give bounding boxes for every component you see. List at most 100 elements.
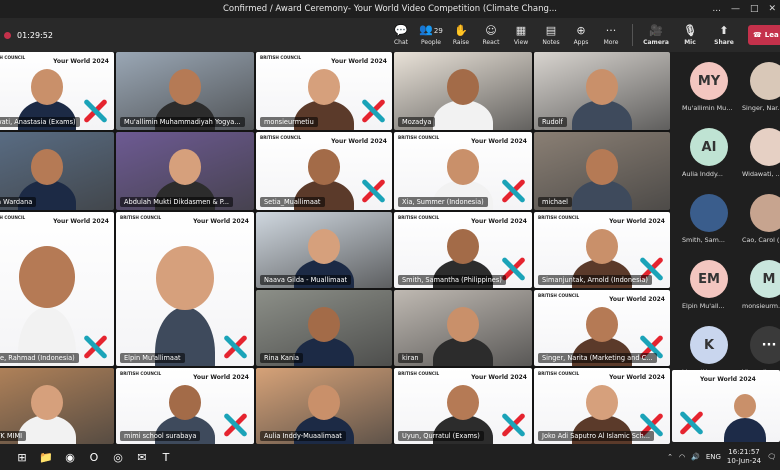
- toolbar-mic-button[interactable]: 🎙 Mic: [673, 18, 707, 52]
- chevron-up-icon[interactable]: ⌃: [667, 453, 673, 461]
- participant-face: [30, 149, 64, 186]
- your-world-logo-icon: [500, 178, 526, 204]
- video-tile[interactable]: BRITISH COUNCIL Your World 2024 Uyun, Qurr…: [394, 368, 532, 444]
- slide-title: Your World 2024: [53, 218, 109, 225]
- avatar-name-label: monsieurm...: [742, 302, 780, 310]
- notes-icon: ▤: [545, 23, 557, 37]
- video-tile[interactable]: BRITISH COUNCIL Your World 2024 monsieurme…: [256, 52, 392, 130]
- video-tile[interactable]: BRITISH COUNCIL Your World 2024 Singer, Na…: [534, 290, 670, 366]
- video-tile[interactable]: BRITISH COUNCIL Your World 2024 Xia, Summe…: [394, 132, 532, 210]
- video-tile[interactable]: Mozadya: [394, 52, 532, 130]
- video-tile[interactable]: BRITISH COUNCIL Your World 2024 mimi schoo…: [116, 368, 254, 444]
- people-icon: 👥29: [419, 23, 443, 36]
- participant-avatar[interactable]: MY: [690, 62, 728, 100]
- volume-icon[interactable]: 🔊: [691, 453, 700, 461]
- outlook-icon[interactable]: ✉: [130, 444, 154, 470]
- toolbar-button-label: Chat: [393, 38, 409, 46]
- video-tile[interactable]: Rudolf: [534, 52, 670, 130]
- video-tile[interactable]: kiran: [394, 290, 532, 366]
- windows-start-icon[interactable]: ⊞: [10, 444, 34, 470]
- participant-avatar[interactable]: [750, 194, 780, 232]
- clock-date: 10-Jun-24: [726, 457, 762, 465]
- video-tile[interactable]: Abdulah Mukti Dikdasmen & P...: [116, 132, 254, 210]
- view-all-button[interactable]: ···: [750, 326, 780, 364]
- close-button[interactable]: ✕: [768, 4, 776, 14]
- participant-avatar[interactable]: [690, 194, 728, 232]
- toolbar-people-button[interactable]: 👥29 People: [416, 18, 446, 52]
- video-tile[interactable]: BRITISH COUNCIL Your World 2024 Joko Adi S…: [534, 368, 670, 444]
- video-tile[interactable]: BRITISH COUNCIL Your World 2024 Setia_Mual…: [256, 132, 392, 210]
- avatar-initials: MY: [697, 73, 721, 89]
- british-council-logo: BRITISH COUNCIL: [398, 135, 440, 140]
- participant-face: [18, 245, 76, 308]
- windows-taskbar: ⊞ 📁 ◉ O ◎ ✉ T ⌃ ◠ 🔊 ENG 16:21:57 10-Jun-24 🗨: [0, 444, 780, 470]
- video-tile[interactable]: Naava Gilda - Muallimaat: [256, 212, 392, 288]
- participant-face: [586, 384, 618, 420]
- participant-face: [446, 69, 480, 106]
- video-tile[interactable]: BRITISH COUNCIL Your World 2024 bibie, Rah…: [0, 212, 114, 366]
- participant-face: [30, 69, 64, 106]
- toolbar-chat-button[interactable]: 💬 Chat: [386, 18, 416, 52]
- system-tray: ⌃ ◠ 🔊 ENG 16:21:57 10-Jun-24 🗨: [667, 444, 776, 470]
- slide-title: Your World 2024: [331, 138, 387, 145]
- video-tile[interactable]: BRITISH COUNCIL Your World 2024 Smith, Sam…: [394, 212, 532, 288]
- opera-icon[interactable]: O: [82, 444, 106, 470]
- minimize-button[interactable]: —: [731, 4, 740, 14]
- british-council-logo: BRITISH COUNCIL: [538, 293, 580, 298]
- participant-name-label: monsieurmetiu: [260, 117, 318, 127]
- participant-avatar[interactable]: [750, 62, 780, 100]
- avatar-name-label: Mu'allimin Muh...: [682, 104, 736, 112]
- participant-avatar[interactable]: M: [750, 260, 780, 298]
- video-tile[interactable]: Mu'allimin Muhammadiyah Yogya...: [116, 52, 254, 130]
- video-tile[interactable]: BRITISH COUNCIL Your World 2024 Simanjunta…: [534, 212, 670, 288]
- edge-icon[interactable]: ◉: [58, 444, 82, 470]
- toolbar-button-label: Share: [714, 38, 734, 46]
- toolbar-react-button[interactable]: ☺ React: [476, 18, 506, 52]
- british-council-logo: BRITISH COUNCIL: [260, 135, 302, 140]
- video-tile[interactable]: iska Wardana: [0, 132, 114, 210]
- video-tile[interactable]: Rina Kania: [256, 290, 392, 366]
- slide-title: Your World 2024: [331, 58, 387, 65]
- participant-face: [168, 149, 202, 186]
- slide-title: Your World 2024: [471, 218, 527, 225]
- video-tile[interactable]: i - TK MIMI: [0, 368, 114, 444]
- toolbar-notes-button[interactable]: ▤ Notes: [536, 18, 566, 52]
- toolbar-view-button[interactable]: ▦ View: [506, 18, 536, 52]
- participant-face: [308, 228, 340, 264]
- leave-button[interactable]: ☎ Lea: [748, 25, 780, 45]
- toolbar-apps-button[interactable]: ⊕ Apps: [566, 18, 596, 52]
- maximize-button[interactable]: □: [750, 4, 759, 14]
- share-icon: ⬆: [719, 23, 729, 37]
- self-view-tile[interactable]: Your World 2024: [672, 370, 780, 442]
- participant-avatar[interactable]: K: [690, 326, 728, 364]
- participant-avatar[interactable]: [750, 128, 780, 166]
- slide-title: Your World 2024: [609, 218, 665, 225]
- participant-name-label: Naava Gilda - Muallimaat: [260, 275, 352, 285]
- video-tile[interactable]: BRITISH COUNCIL Your World 2024 Elpin Mu'a…: [116, 212, 254, 366]
- british-council-logo: BRITISH COUNCIL: [398, 215, 440, 220]
- chrome-icon[interactable]: ◎: [106, 444, 130, 470]
- video-tile[interactable]: BRITISH COUNCIL Your World 2024 dawati, An…: [0, 52, 114, 130]
- toolbar-more-button[interactable]: ··· More: [596, 18, 626, 52]
- language-indicator[interactable]: ENG: [706, 453, 721, 461]
- participant-avatar[interactable]: EM: [690, 260, 728, 298]
- slide-title: Your World 2024: [193, 218, 249, 225]
- file-explorer-icon[interactable]: 📁: [34, 444, 58, 470]
- teams-icon[interactable]: T: [154, 444, 178, 470]
- window-controls: ... — □ ✕: [712, 0, 776, 18]
- participant-name-label: Mozadya: [398, 117, 436, 127]
- your-world-logo-icon: [82, 98, 108, 124]
- wifi-icon[interactable]: ◠: [679, 453, 685, 461]
- british-council-logo: BRITISH COUNCIL: [260, 55, 302, 60]
- participant-avatar[interactable]: AI: [690, 128, 728, 166]
- your-world-logo-icon: [500, 412, 526, 438]
- video-tile[interactable]: michael: [534, 132, 670, 210]
- video-tile[interactable]: Aulia Inddy-Muaalimaat: [256, 368, 392, 444]
- toolbar-camera-button[interactable]: 🎥 Camera: [639, 18, 673, 52]
- participant-name-label: Singer, Narita (Marketing and C...: [538, 353, 657, 363]
- toolbar-share-button[interactable]: ⬆ Share: [707, 18, 741, 52]
- clock[interactable]: 16:21:57 10-Jun-24: [727, 448, 761, 466]
- notification-icon[interactable]: 🗨: [767, 453, 776, 461]
- more-options-icon[interactable]: ...: [712, 4, 721, 14]
- toolbar-raise-button[interactable]: ✋ Raise: [446, 18, 476, 52]
